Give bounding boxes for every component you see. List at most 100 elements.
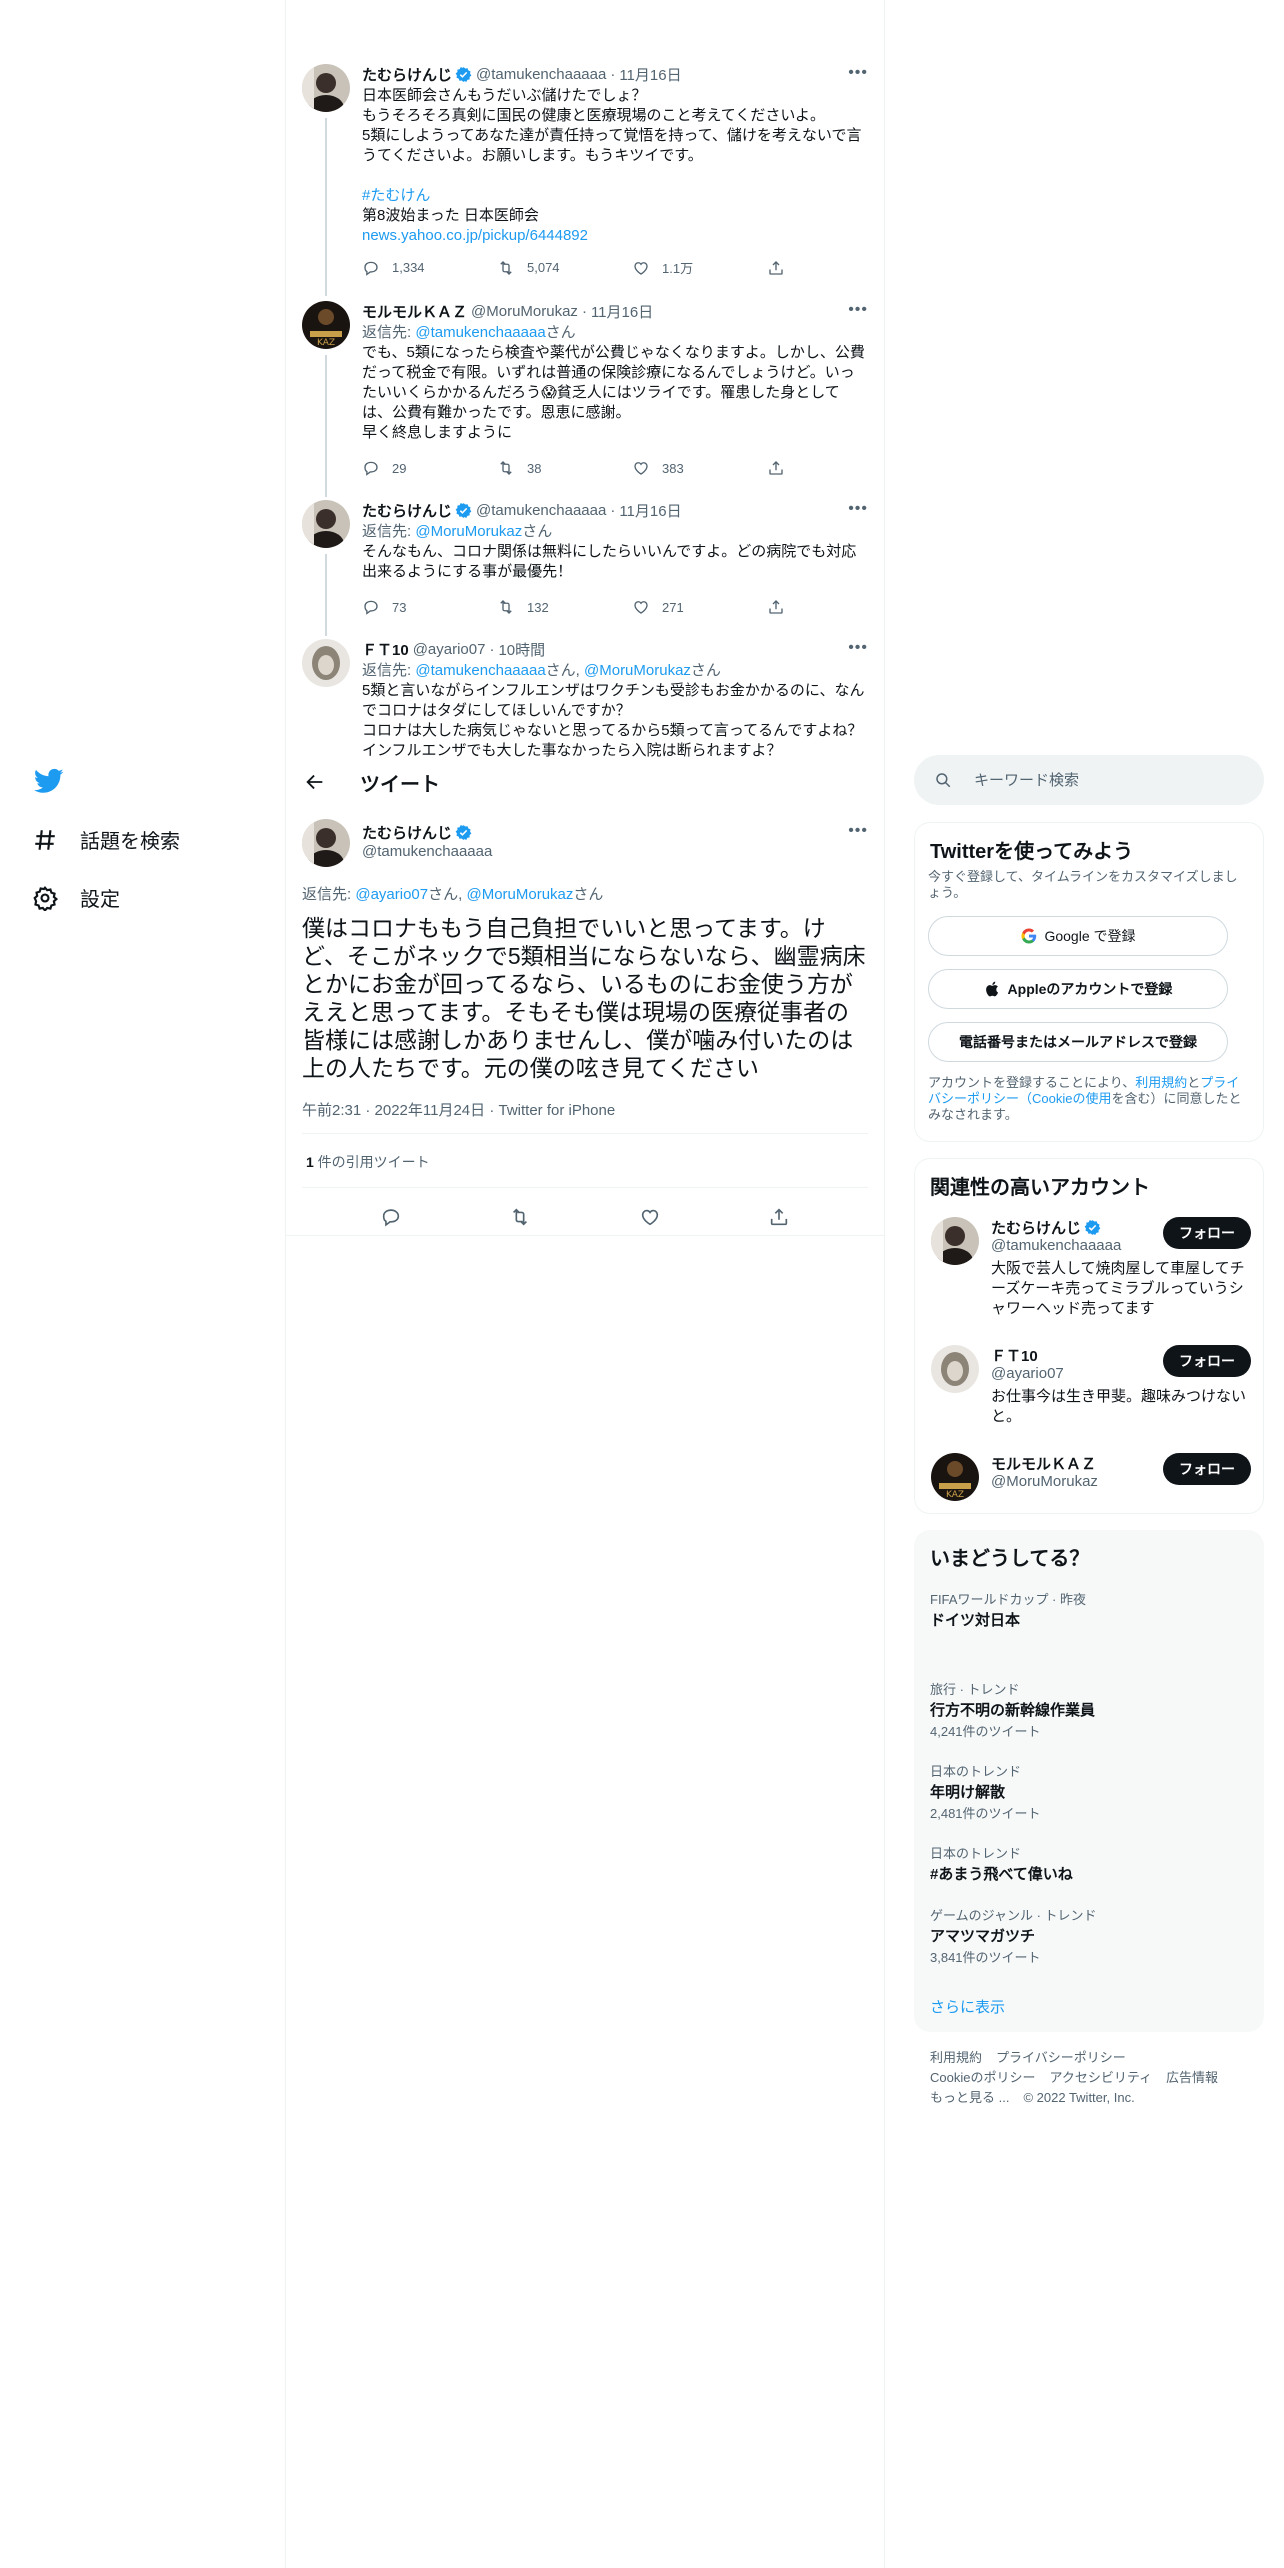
- search-bar[interactable]: [914, 755, 1264, 805]
- reply-mention-link[interactable]: @ayario07: [355, 886, 428, 903]
- retweet-button[interactable]: 5,074: [497, 258, 632, 277]
- terms-link[interactable]: 利用規約: [1135, 1075, 1187, 1090]
- avatar[interactable]: [302, 500, 350, 548]
- heart-icon[interactable]: [639, 1206, 661, 1228]
- trend-item[interactable]: ゲームのジャンル · トレンド アマツマガツチ 3,841件のツイート: [930, 1908, 1250, 1966]
- reply-suffix: さん: [545, 324, 576, 341]
- hashtag-link[interactable]: #たむけん: [362, 186, 866, 206]
- quote-tweets-link[interactable]: 1 件の引用ツイート: [306, 1152, 430, 1172]
- like-button[interactable]: 1.1万: [632, 258, 767, 277]
- phone-email-signup-button[interactable]: 電話番号またはメールアドレスで登録: [928, 1022, 1228, 1062]
- reply-mention-link[interactable]: @MoruMorukaz: [584, 662, 691, 679]
- retweet-button[interactable]: 132: [497, 598, 632, 616]
- tweet-date[interactable]: 10時間: [498, 639, 545, 660]
- like-button[interactable]: 383: [632, 459, 767, 477]
- reply-button[interactable]: 73: [362, 598, 497, 616]
- tweet-header: モルモルＫＡＺ @MoruMorukaz · 11月16日 •••: [362, 301, 868, 321]
- related-account[interactable]: ＦＴ10 @ayario07 お仕事今は生き甲斐。趣味みつけない と。 フォロー: [931, 1345, 1251, 1435]
- display-name[interactable]: たむらけんじ: [362, 64, 452, 85]
- trend-count: 3,841件のツイート: [930, 1950, 1041, 1965]
- like-button[interactable]: 271: [632, 598, 767, 616]
- avatar[interactable]: [302, 64, 350, 112]
- account-name[interactable]: モルモルＫＡＺ: [991, 1453, 1096, 1474]
- retweet-button[interactable]: 38: [497, 459, 632, 477]
- search-input[interactable]: [974, 771, 1234, 789]
- share-button[interactable]: [767, 598, 797, 616]
- display-name[interactable]: たむらけんじ: [362, 500, 452, 521]
- account-handle[interactable]: @ayario07: [991, 1365, 1064, 1382]
- retweet-icon[interactable]: [509, 1206, 531, 1228]
- more-options-icon[interactable]: •••: [848, 301, 868, 319]
- tweet-date[interactable]: 11月16日: [591, 301, 653, 322]
- footer-terms-link[interactable]: 利用規約: [930, 2048, 982, 2068]
- footer-cookie-link[interactable]: Cookieのポリシー: [930, 2068, 1035, 2088]
- external-link[interactable]: news.yahoo.co.jp/pickup/6444892: [362, 226, 866, 246]
- divider: [302, 1133, 868, 1134]
- more-options-icon[interactable]: •••: [848, 500, 868, 518]
- user-handle[interactable]: @MoruMorukaz: [471, 303, 578, 320]
- display-name[interactable]: たむらけんじ: [362, 822, 452, 843]
- user-handle[interactable]: @tamukenchaaaaa: [476, 66, 606, 83]
- twitter-logo-icon[interactable]: [32, 766, 66, 796]
- reply-icon[interactable]: [380, 1206, 402, 1228]
- thread-tweet[interactable]: たむらけんじ @tamukenchaaaaa · 11月16日 ••• 日本医師…: [286, 64, 884, 296]
- footer-ads-link[interactable]: 広告情報: [1166, 2068, 1218, 2088]
- more-options-icon[interactable]: •••: [848, 64, 868, 82]
- reply-mention-link[interactable]: @tamukenchaaaaa: [415, 662, 545, 679]
- follow-button[interactable]: フォロー: [1163, 1217, 1251, 1249]
- tweet-line: そんなもん、コロナ関係は無料にしたらいいんですよ。どの病院でも対応出来るようにす…: [362, 543, 857, 580]
- display-name[interactable]: モルモルＫＡＺ: [362, 301, 467, 322]
- display-name[interactable]: ＦＴ10: [362, 639, 409, 660]
- account-bio: 大阪で芸人して焼肉屋して車屋してチーズケーキ売ってミラブルっていうシャワーヘッド…: [991, 1260, 1245, 1317]
- account-handle[interactable]: @MoruMorukaz: [991, 1473, 1098, 1490]
- share-button[interactable]: [767, 258, 797, 277]
- share-button[interactable]: [767, 459, 797, 477]
- retweet-icon: [500, 461, 512, 475]
- follow-button[interactable]: フォロー: [1163, 1345, 1251, 1377]
- trend-item[interactable]: 旅行 · トレンド 行方不明の新幹線作業員 4,241件のツイート: [930, 1682, 1250, 1740]
- nav-settings[interactable]: 設定: [32, 883, 120, 912]
- reply-button[interactable]: 1,334: [362, 258, 497, 277]
- share-icon: [769, 260, 783, 275]
- footer-privacy-link[interactable]: プライバシーポリシー: [996, 2048, 1126, 2068]
- related-account[interactable]: たむらけんじ @tamukenchaaaaa 大阪で芸人して焼肉屋して車屋してチ…: [931, 1217, 1251, 1337]
- follow-button[interactable]: フォロー: [1163, 1453, 1251, 1485]
- google-signup-button[interactable]: Google で登録: [928, 916, 1228, 956]
- divider: [302, 1187, 868, 1188]
- user-handle[interactable]: @tamukenchaaaaa: [362, 843, 492, 860]
- share-icon[interactable]: [768, 1206, 790, 1228]
- more-options-icon[interactable]: •••: [848, 639, 868, 657]
- avatar[interactable]: [302, 819, 350, 867]
- trend-item[interactable]: 日本のトレンド 年明け解散 2,481件のツイート: [930, 1764, 1250, 1822]
- show-more-link[interactable]: さらに表示: [930, 1996, 1005, 2017]
- tweet-date[interactable]: 11月16日: [619, 64, 681, 85]
- nav-explore[interactable]: 話題を検索: [32, 825, 180, 854]
- reply-mention-link[interactable]: @MoruMorukaz: [466, 886, 573, 903]
- reply-button[interactable]: 29: [362, 459, 497, 477]
- thread-tweet[interactable]: ＦＴ10 @ayario07 · 10時間 ••• 返信先: @tamukenc…: [286, 639, 884, 757]
- trend-item[interactable]: 日本のトレンド #あまう飛べて偉いね: [930, 1846, 1250, 1888]
- avatar[interactable]: KAZ: [302, 301, 350, 349]
- user-handle[interactable]: @ayario07: [413, 641, 486, 658]
- thread-tweet[interactable]: たむらけんじ @tamukenchaaaaa · 11月16日 ••• 返信先:…: [286, 500, 884, 636]
- reply-mention-link[interactable]: @MoruMorukaz: [415, 523, 522, 540]
- avatar[interactable]: [931, 1217, 979, 1265]
- avatar[interactable]: KAZ: [931, 1453, 979, 1501]
- trend-item[interactable]: FIFAワールドカップ · 昨夜 ドイツ対日本: [930, 1592, 1250, 1634]
- back-arrow-icon[interactable]: [304, 771, 326, 793]
- tweet-date[interactable]: 11月16日: [619, 500, 681, 521]
- apple-signup-button[interactable]: Appleのアカウントで登録: [928, 969, 1228, 1009]
- user-handle[interactable]: @tamukenchaaaaa: [476, 502, 606, 519]
- footer-more-link[interactable]: もっと見る ...: [930, 2088, 1009, 2108]
- footer-accessibility-link[interactable]: アクセシビリティ: [1049, 2068, 1152, 2088]
- account-handle[interactable]: @tamukenchaaaaa: [991, 1237, 1121, 1254]
- more-options-icon[interactable]: •••: [848, 822, 868, 840]
- tweet-timestamp[interactable]: 午前2:31 · 2022年11月24日 · Twitter for iPhon…: [302, 1099, 615, 1120]
- avatar[interactable]: [302, 639, 350, 687]
- thread-tweet[interactable]: KAZ モルモルＫＡＺ @MoruMorukaz · 11月16日 ••• 返信…: [286, 301, 884, 497]
- account-name[interactable]: たむらけんじ: [991, 1217, 1081, 1238]
- avatar[interactable]: [931, 1345, 979, 1393]
- reply-mention-link[interactable]: @tamukenchaaaaa: [415, 324, 545, 341]
- related-account[interactable]: KAZ モルモルＫＡＺ @MoruMorukaz フォロー: [931, 1453, 1251, 1503]
- account-name[interactable]: ＦＴ10: [991, 1345, 1038, 1366]
